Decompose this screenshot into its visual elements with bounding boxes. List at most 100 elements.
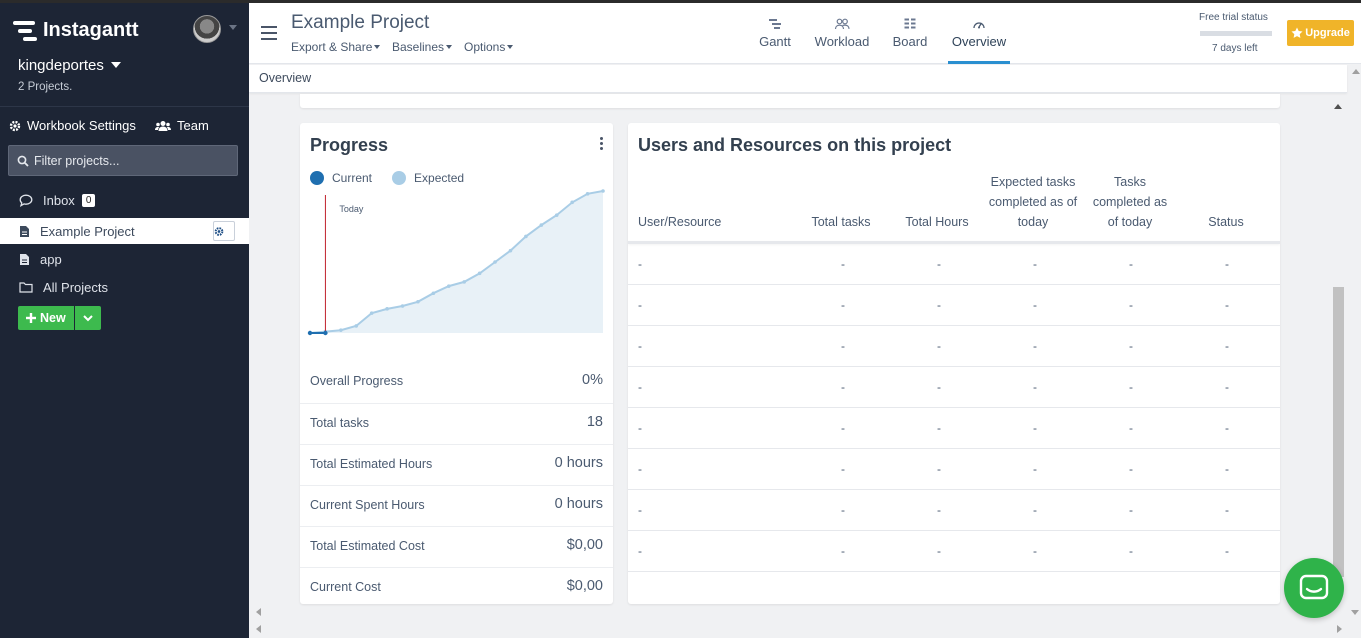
table-cell: - [1033, 298, 1037, 312]
stat-row: Total tasks 18 [300, 403, 613, 444]
expected-point [369, 311, 374, 315]
stat-value: 0% [582, 372, 603, 388]
table-cell: - [937, 339, 941, 353]
project-title: Example Project [291, 12, 430, 33]
filter-projects-field[interactable] [8, 145, 238, 176]
chat-launcher-button[interactable] [1284, 558, 1344, 618]
table-row: ------ [628, 244, 1280, 285]
inbox-count-badge: 0 [81, 193, 96, 207]
chat-icon [19, 194, 33, 207]
new-button[interactable]: New [18, 306, 74, 330]
scroll-up-arrow[interactable] [1334, 104, 1342, 109]
tab-gantt[interactable]: Gantt [759, 18, 791, 64]
stat-label: Total tasks [310, 416, 370, 430]
workspace-selector[interactable]: kingdeportes [18, 57, 121, 74]
menu-icon[interactable] [261, 26, 277, 44]
tab-label: Gantt [759, 34, 791, 49]
table-cell: - [841, 421, 845, 435]
expected-point [539, 223, 544, 227]
upgrade-button[interactable]: Upgrade [1287, 20, 1354, 46]
caret-down-icon [446, 45, 453, 49]
new-button-group: New [18, 306, 101, 330]
sidebar-item-app[interactable]: app [0, 246, 249, 272]
sidebar-item-example-project[interactable]: Example Project [0, 218, 249, 244]
stat-row: Current Spent Hours 0 hours [300, 485, 613, 526]
tab-board[interactable]: Board [892, 18, 928, 64]
table-cell: - [1129, 421, 1133, 435]
new-button-label: New [40, 311, 66, 325]
table-row: ------ [628, 490, 1280, 531]
users-resources-card: Users and Resources on this project User… [628, 123, 1280, 604]
table-cell: - [1129, 380, 1133, 394]
scroll-down-arrow[interactable] [1351, 610, 1359, 615]
table-cell: - [638, 421, 642, 435]
scroll-left-arrow[interactable] [256, 625, 261, 633]
table-row: ------ [628, 326, 1280, 367]
team-button[interactable]: Team [155, 118, 209, 133]
table-cell: - [841, 544, 845, 558]
table-cell: - [638, 339, 642, 353]
expected-point [446, 284, 451, 288]
users-icon [155, 120, 171, 131]
scroll-up-arrow[interactable] [1352, 69, 1360, 74]
user-avatar[interactable] [193, 15, 221, 43]
sidebar-item-all-projects[interactable]: All Projects [0, 274, 249, 300]
col-tasks-completed: Tasks completed as of today [1092, 175, 1168, 229]
stat-value: 18 [586, 414, 603, 430]
table-cell: - [1225, 421, 1229, 435]
today-label: Today [339, 204, 364, 214]
table-cell: - [841, 503, 845, 517]
baselines-menu[interactable]: Baselines [392, 40, 453, 54]
caret-down-icon [507, 45, 514, 49]
filter-projects-input[interactable] [34, 153, 224, 168]
expected-point [601, 189, 605, 193]
table-cell: - [1225, 298, 1229, 312]
users-resources-title: Users and Resources on this project [638, 135, 952, 155]
table-cell: - [937, 257, 941, 271]
table-cell: - [1225, 462, 1229, 476]
scroll-left-arrow[interactable] [256, 608, 261, 616]
col-status: Status [1208, 215, 1244, 229]
new-dropdown-button[interactable] [74, 306, 101, 330]
export-share-menu[interactable]: Export & Share [291, 40, 381, 54]
users-icon [834, 18, 850, 30]
trial-progress-bar [1200, 31, 1272, 36]
logo[interactable]: Instagantt [13, 19, 139, 42]
table-cell: - [937, 503, 941, 517]
options-menu[interactable]: Options [464, 40, 514, 54]
table-cell: - [841, 298, 845, 312]
gear-icon [9, 120, 21, 131]
document-icon [20, 225, 29, 237]
tab-overview[interactable]: Overview [948, 18, 1010, 64]
table-cell: - [841, 462, 845, 476]
progress-title: Progress [310, 135, 389, 155]
stat-row: Total Estimated Hours 0 hours [300, 444, 613, 485]
project-settings-button[interactable] [213, 221, 235, 241]
expected-point [508, 248, 513, 253]
more-options-icon[interactable] [600, 137, 603, 152]
stat-label: Overall Progress [310, 374, 404, 388]
plus-icon [26, 313, 36, 323]
vertical-scrollbar-thumb[interactable] [1333, 287, 1344, 577]
table-cell: - [638, 503, 642, 517]
tab-workload[interactable]: Workload [814, 18, 870, 64]
table-row: ------ [628, 285, 1280, 326]
tab-label: Workload [814, 34, 870, 49]
table-cell: - [937, 298, 941, 312]
sidebar-item-inbox[interactable]: Inbox 0 [0, 187, 249, 213]
sidebar-item-label: Example Project [40, 223, 135, 239]
instagantt-logo-icon [13, 20, 37, 42]
workbook-settings-button[interactable]: Workbook Settings [9, 118, 136, 133]
expected-point [524, 234, 528, 239]
chevron-down-icon[interactable] [229, 25, 237, 30]
table-cell: - [638, 257, 642, 271]
col-total-hours: Total Hours [905, 215, 969, 229]
table-cell: - [1033, 257, 1037, 271]
dashboard-icon [973, 22, 985, 29]
table-cell: - [937, 380, 941, 394]
scroll-right-arrow[interactable] [1337, 625, 1342, 633]
table-row: ------ [628, 408, 1280, 449]
expected-point [400, 304, 405, 308]
expected-point [585, 192, 590, 196]
caret-down-icon [374, 45, 381, 49]
